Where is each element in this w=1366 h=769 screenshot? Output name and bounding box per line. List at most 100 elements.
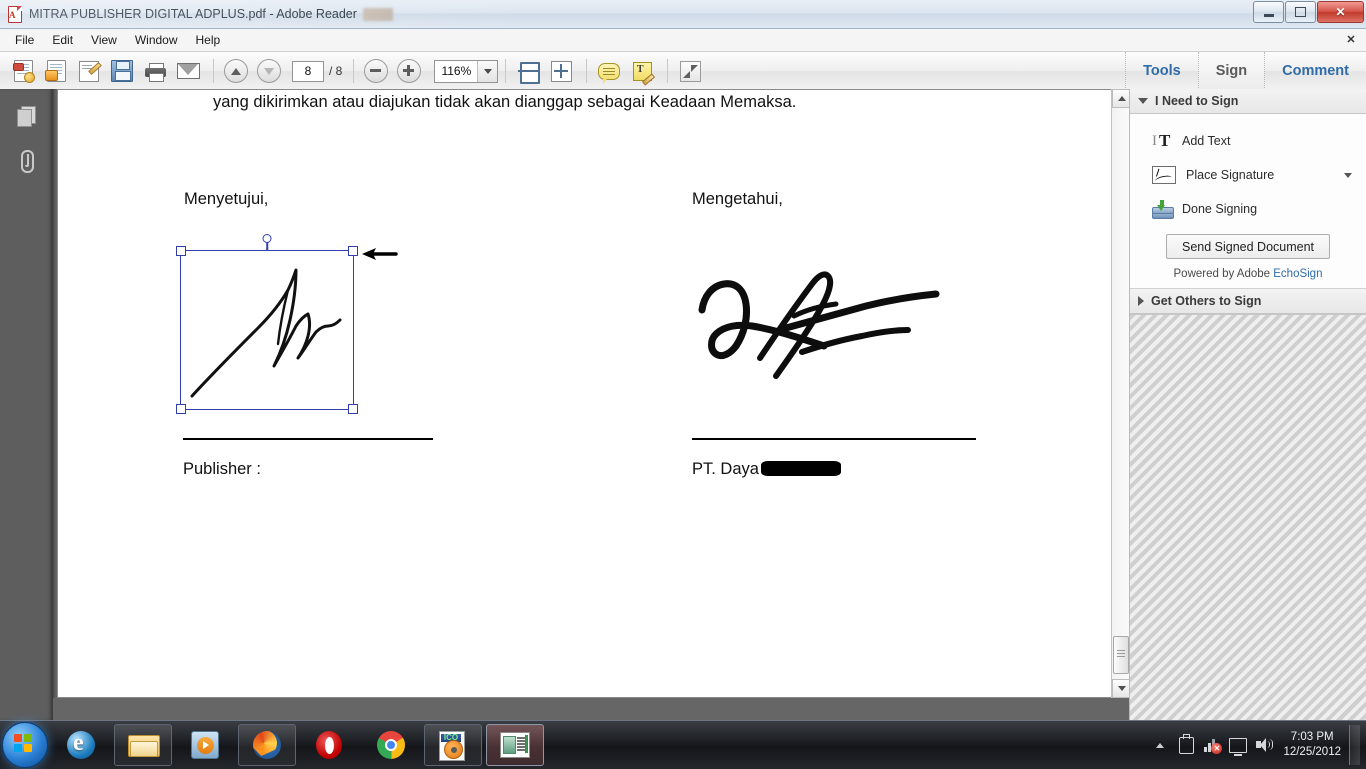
main-toolbar: 8 / 8 116% T Tools Sign Comment [0,52,1366,91]
show-hidden-icons-button[interactable] [1149,734,1171,756]
start-button[interactable] [2,722,48,768]
redaction-bar [760,461,841,476]
window-controls: ✕ [1252,1,1364,23]
zoom-in-button[interactable] [394,56,424,86]
add-text-label: Add Text [1182,134,1231,148]
toolbar-divider [667,59,669,83]
show-desktop-button[interactable] [1349,725,1360,765]
toolbar-right-buttons: Tools Sign Comment [1125,52,1366,90]
attachments-paperclip-icon[interactable] [9,143,43,177]
company-name-text: PT. Daya [692,460,759,478]
scroll-up-button[interactable] [1112,89,1129,108]
fit-page-icon[interactable] [546,56,576,86]
print-icon[interactable] [140,56,170,86]
create-pdf-icon[interactable] [8,56,38,86]
chevron-down-icon [1138,98,1148,104]
next-page-button[interactable] [254,56,284,86]
fit-width-icon[interactable] [513,56,543,86]
taskbar-item-firefox[interactable] [238,724,296,766]
document-viewport[interactable]: yang dikirimkan atau diajukan tidak akan… [53,89,1129,720]
signature-line-right [692,438,976,440]
toolbar-divider [353,59,355,83]
taskbar-item-opera[interactable] [300,724,358,766]
section-title: Get Others to Sign [1151,294,1262,308]
clock[interactable]: 7:03 PM 12/25/2012 [1283,730,1341,760]
toolbar-divider [505,59,507,83]
place-signature-item[interactable]: Place Signature [1130,158,1366,192]
network-icon[interactable]: ✕ [1201,734,1223,756]
menu-edit[interactable]: Edit [43,31,82,49]
sign-panel: I Need to Sign IT Add Text Place Signatu… [1129,89,1366,720]
scrollbar-thumb[interactable] [1113,636,1129,674]
safely-remove-hardware-icon[interactable] [1175,733,1197,756]
adobe-reader-icon: A [7,6,23,23]
maximize-restore-button[interactable] [1285,1,1316,23]
sticky-note-icon[interactable] [594,56,624,86]
company-label: PT. Daya [692,460,841,479]
sign-button[interactable]: Sign [1197,52,1265,90]
resize-handle-bottom-right[interactable] [348,404,358,414]
close-document-icon[interactable]: ✕ [1342,31,1360,48]
add-text-icon: IT [1152,131,1171,150]
page-thumbnails-icon[interactable] [9,99,43,133]
export-pdf-icon[interactable] [41,56,71,86]
taskbar-item-windows-explorer[interactable] [114,724,172,766]
resize-handle-bottom-left[interactable] [176,404,186,414]
done-signing-item[interactable]: Done Signing [1130,192,1366,226]
zoom-level-value: 116% [441,64,472,78]
taskbar-item-ico-converter[interactable]: ICO [424,724,482,766]
echosign-link[interactable]: EchoSign [1273,268,1322,280]
zoom-out-button[interactable] [361,56,391,86]
signature-selection-box[interactable] [176,234,358,414]
comment-button[interactable]: Comment [1264,52,1366,90]
work-area: yang dikirimkan atau diajukan tidak akan… [0,89,1366,720]
system-tray: ✕ 7:03 PM 12/25/2012 [1147,721,1366,769]
chevron-right-icon [1138,296,1144,306]
resize-handle-top-left[interactable] [176,246,186,256]
menu-help[interactable]: Help [187,31,230,49]
taskbar-item-chrome[interactable] [362,724,420,766]
mouse-cursor-icon [362,248,398,260]
display-icon[interactable] [1227,734,1249,756]
section-i-need-to-sign[interactable]: I Need to Sign [1130,89,1366,114]
tools-button[interactable]: Tools [1125,52,1198,90]
menu-file[interactable]: File [6,31,43,49]
right-column-heading: Mengetahui, [692,190,783,208]
volume-icon[interactable] [1253,734,1275,756]
resize-handle-top-right[interactable] [348,246,358,256]
document-vertical-scrollbar[interactable] [1111,89,1129,698]
place-signature-label: Place Signature [1186,168,1275,182]
send-signed-document-button[interactable]: Send Signed Document [1166,234,1330,259]
pdf-page[interactable]: yang dikirimkan atau diajukan tidak akan… [57,89,1112,698]
document-paragraph-text: yang dikirimkan atau diajukan tidak akan… [213,93,797,111]
window-title: MITRA PUBLISHER DIGITAL ADPLUS.pdf - Ado… [29,7,357,21]
chevron-down-icon[interactable] [477,60,498,82]
signature-line-left [183,438,433,440]
text-comment-icon[interactable]: T [627,56,657,86]
rotate-handle[interactable] [262,234,272,243]
title-bar: A MITRA PUBLISHER DIGITAL ADPLUS.pdf - A… [0,0,1366,29]
save-icon[interactable] [107,56,137,86]
chevron-down-icon[interactable] [1344,172,1352,178]
close-window-button[interactable]: ✕ [1317,1,1364,23]
zoom-level-combobox[interactable]: 116% [434,59,499,83]
taskbar-item-publisher-app[interactable] [486,724,544,766]
taskbar-item-internet-explorer[interactable] [52,724,110,766]
navigation-pane [0,89,53,720]
page-number-input[interactable]: 8 [292,60,324,82]
powered-by-footer: Powered by Adobe EchoSign [1130,268,1366,280]
email-icon[interactable] [173,56,203,86]
publisher-label: Publisher : [183,460,261,478]
section-get-others-to-sign[interactable]: Get Others to Sign [1130,289,1366,314]
scroll-down-button[interactable] [1112,679,1129,698]
previous-page-button[interactable] [221,56,251,86]
add-text-item[interactable]: IT Add Text [1130,124,1366,158]
i-need-to-sign-body: IT Add Text Place Signature Done Signing… [1130,114,1366,289]
taskbar-item-windows-media-player[interactable] [176,724,234,766]
read-mode-icon[interactable] [675,56,705,86]
edit-pdf-icon[interactable] [74,56,104,86]
minimize-button[interactable] [1253,1,1284,23]
windows-taskbar: ICO ✕ 7:03 PM 12/25/2012 [0,720,1366,769]
menu-window[interactable]: Window [126,31,187,49]
menu-view[interactable]: View [82,31,126,49]
